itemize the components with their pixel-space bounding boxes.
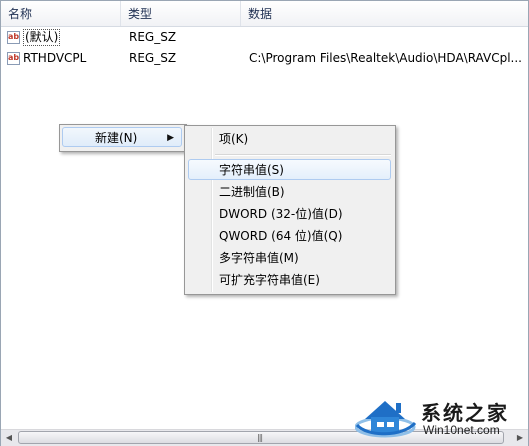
watermark-title: 系统之家 xyxy=(421,401,509,425)
scrollbar-grip-icon: ||| xyxy=(257,433,263,442)
watermark: 系统之家 Win10net.com xyxy=(355,393,527,443)
table-row[interactable]: ab RTHDVCPL REG_SZ C:\Program Files\Real… xyxy=(1,48,528,69)
watermark-url: Win10net.com xyxy=(423,423,500,437)
row-name-cell: ab RTHDVCPL xyxy=(7,48,86,69)
row-data: C:\Program Files\Realtek\Audio\HDA\RAVCp… xyxy=(249,51,522,65)
menu-item-binary-value[interactable]: 二进制值(B) xyxy=(219,182,285,202)
column-name-header[interactable]: 名称 xyxy=(1,1,121,26)
new-submenu: 项(K) 字符串值(S) 二进制值(B) DWORD (32-位)值(D) QW… xyxy=(184,125,396,295)
menu-separator xyxy=(215,154,391,156)
row-type: REG_SZ xyxy=(129,30,177,44)
menu-item-new[interactable]: 新建(N) ▶ xyxy=(62,127,182,147)
context-menu: 新建(N) ▶ xyxy=(59,124,187,152)
row-type: REG_SZ xyxy=(129,51,177,65)
menu-item-dword-value[interactable]: DWORD (32-位)值(D) xyxy=(219,204,343,224)
menu-item-expandable-string-value[interactable]: 可扩充字符串值(E) xyxy=(219,270,320,290)
table-row[interactable]: ab (默认) REG_SZ xyxy=(1,27,528,48)
menu-item-key[interactable]: 项(K) xyxy=(219,129,248,149)
menu-item-string-value[interactable]: 字符串值(S) xyxy=(219,160,284,180)
menu-item-new-label: 新建(N) xyxy=(95,131,138,145)
row-name-cell: ab (默认) xyxy=(7,27,61,48)
menu-item-multi-string-value[interactable]: 多字符串值(M) xyxy=(219,248,299,268)
string-value-icon: ab xyxy=(7,31,20,44)
column-header: 名称 类型 数据 xyxy=(1,1,528,27)
house-logo-icon xyxy=(355,401,417,438)
column-type-header[interactable]: 类型 xyxy=(121,1,241,26)
submenu-arrow-icon: ▶ xyxy=(167,133,174,143)
row-name: RTHDVCPL xyxy=(23,51,87,65)
menu-gutter xyxy=(211,128,213,292)
row-name: (默认) xyxy=(23,29,61,46)
menu-item-qword-value[interactable]: QWORD (64 位)值(Q) xyxy=(219,226,342,246)
column-data-header[interactable]: 数据 xyxy=(241,1,528,26)
registry-editor-pane: 名称 类型 数据 ab (默认) REG_SZ ab RTHDVCPL REG_… xyxy=(0,0,529,446)
scroll-left-icon[interactable]: ◀ xyxy=(1,430,17,446)
string-value-icon: ab xyxy=(7,52,20,65)
